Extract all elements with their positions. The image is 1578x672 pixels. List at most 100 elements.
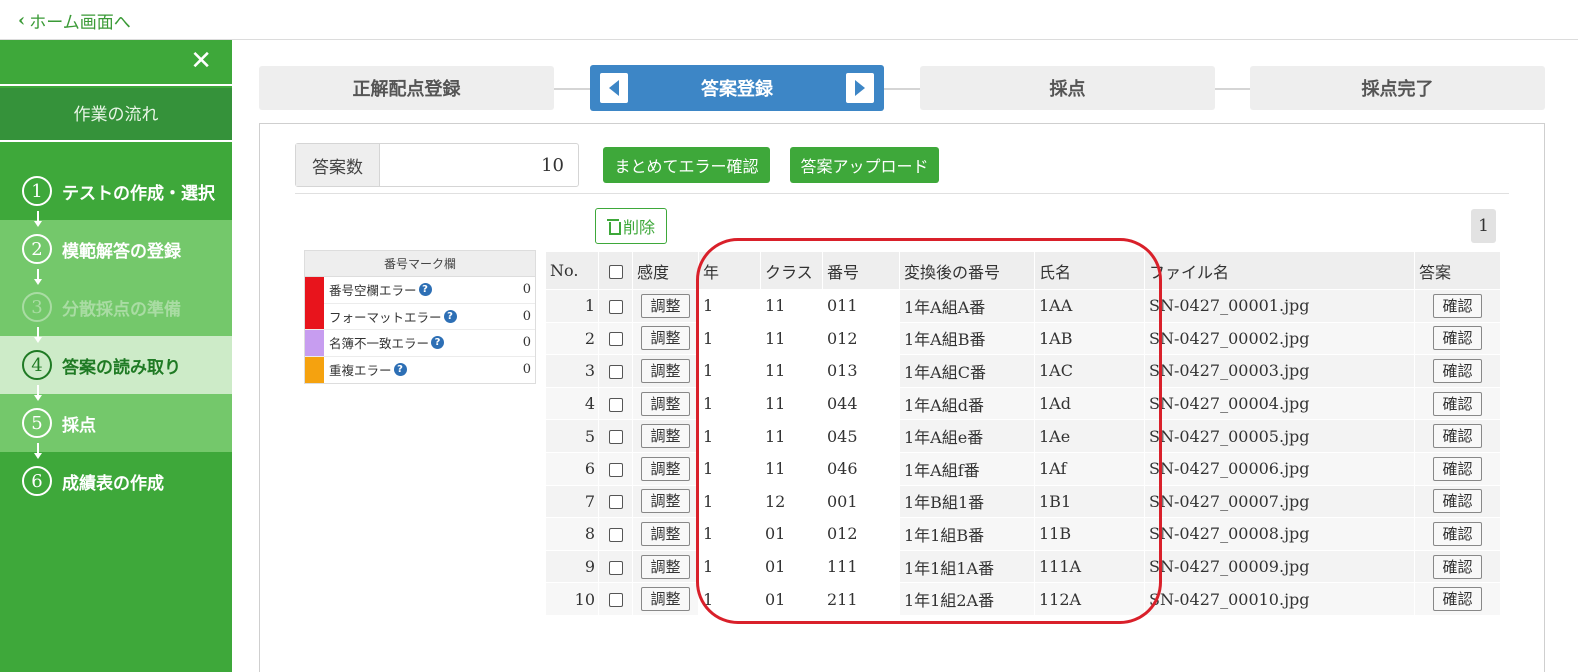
answer-upload-button[interactable]: 答案アップロード [790, 147, 939, 183]
adjust-button[interactable]: 調整 [641, 358, 690, 383]
help-icon[interactable]: ? [431, 336, 445, 350]
cell-year: 1 [698, 582, 761, 616]
cell-name: 1Ae [1034, 419, 1145, 453]
confirm-button[interactable]: 確認 [1433, 326, 1482, 351]
confirm-button[interactable]: 確認 [1433, 456, 1482, 481]
confirm-button[interactable]: 確認 [1433, 489, 1482, 514]
cell-sensitivity: 調整 [632, 484, 699, 519]
sidebar-header: ✕ [0, 40, 232, 86]
row-checkbox[interactable] [608, 495, 623, 510]
row-checkbox[interactable] [608, 527, 623, 542]
sidebar-item-label: テストの作成・選択 [62, 183, 215, 204]
adjust-button[interactable]: 調整 [641, 326, 690, 351]
cell-file-name: SN-0427_00002.jpg [1144, 321, 1415, 356]
confirm-button[interactable]: 確認 [1433, 358, 1482, 383]
page-number-button[interactable]: 1 [1471, 209, 1496, 243]
row-checkbox[interactable] [608, 560, 623, 575]
cell-no: 5 [545, 419, 599, 453]
cell-no: 1 [545, 289, 599, 323]
select-all-checkbox[interactable] [608, 264, 623, 279]
tab-grading[interactable]: 採点 [920, 66, 1215, 110]
help-icon[interactable]: ? [418, 283, 432, 297]
cell-converted-number: 1年1組1A番 [899, 549, 1035, 584]
row-checkbox[interactable] [608, 332, 623, 347]
cell-year: 1 [698, 386, 761, 421]
legend-label: フォーマットエラー [329, 309, 442, 325]
cell-file-name: SN-0427_00007.jpg [1144, 484, 1415, 519]
caret-left-icon [609, 80, 619, 96]
cell-answer: 確認 [1414, 419, 1501, 453]
row-checkbox[interactable] [608, 364, 623, 379]
cell-number: 012 [822, 517, 900, 551]
row-checkbox[interactable] [608, 462, 623, 477]
cell-class: 11 [760, 419, 823, 453]
adjust-button[interactable]: 調整 [641, 293, 690, 318]
cell-select [598, 484, 633, 519]
close-icon[interactable]: ✕ [190, 46, 212, 76]
tab-answer-key[interactable]: 正解配点登録 [259, 66, 554, 110]
cell-no: 3 [545, 354, 599, 388]
chevron-left-icon: ‹ [18, 10, 26, 31]
cell-number: 012 [822, 321, 900, 356]
cell-file-name: SN-0427_00006.jpg [1144, 451, 1415, 486]
table-body: 1 調整 1 11 011 1年A組A番 1AA SN-0427_00001.jpg 確認 2 調整… [545, 289, 1501, 616]
confirm-button[interactable]: 確認 [1433, 554, 1482, 579]
step-number-badge: 2 [22, 234, 52, 264]
help-icon[interactable]: ? [393, 363, 407, 377]
help-icon[interactable]: ? [443, 309, 457, 323]
row-checkbox[interactable] [608, 430, 623, 445]
confirm-button[interactable]: 確認 [1433, 521, 1482, 546]
adjust-button[interactable]: 調整 [641, 424, 690, 449]
adjust-button[interactable]: 調整 [641, 554, 690, 579]
cell-file-name: SN-0427_00005.jpg [1144, 419, 1415, 453]
next-step-button[interactable] [846, 73, 874, 103]
adjust-button[interactable]: 調整 [641, 489, 690, 514]
column-header-answer: 答案 [1414, 251, 1501, 290]
column-header-name: 氏名 [1034, 251, 1145, 290]
cell-sensitivity: 調整 [632, 517, 699, 551]
cell-name: 112A [1034, 582, 1145, 616]
cell-answer: 確認 [1414, 451, 1501, 486]
confirm-button[interactable]: 確認 [1433, 293, 1482, 318]
adjust-button[interactable]: 調整 [641, 456, 690, 481]
arrow-down-icon [34, 211, 42, 229]
tab-grading-complete[interactable]: 採点完了 [1250, 66, 1545, 110]
confirm-button[interactable]: 確認 [1433, 391, 1482, 416]
answer-count-label: 答案数 [296, 144, 380, 186]
column-header-sensitivity: 感度 [632, 251, 699, 290]
confirm-button[interactable]: 確認 [1433, 587, 1482, 612]
cell-number: 045 [822, 419, 900, 453]
cell-sensitivity: 調整 [632, 451, 699, 486]
table-row: 3 調整 1 11 013 1年A組C番 1AC SN-0427_00003.jpg 確認 [545, 354, 1501, 388]
confirm-button[interactable]: 確認 [1433, 424, 1482, 449]
tab-answer-registration[interactable]: 答案登録 [590, 65, 884, 111]
cell-year: 1 [698, 419, 761, 453]
delete-button[interactable]: 削除 [595, 208, 667, 244]
table-row: 5 調整 1 11 045 1年A組e番 1Ae SN-0427_00005.jpg 確認 [545, 419, 1501, 453]
answers-table: No. 感度 年 クラス 番号 変換後の番号 氏名 ファイル名 答案 1 調整 1 1… [545, 251, 1501, 616]
step-number-badge: 5 [22, 408, 52, 438]
row-checkbox[interactable] [608, 397, 623, 412]
cell-no: 6 [545, 451, 599, 486]
adjust-button[interactable]: 調整 [641, 391, 690, 416]
cell-select [598, 451, 633, 486]
caret-right-icon [855, 80, 865, 96]
legend-item: 番号空欄エラー? 0 [305, 276, 535, 304]
cell-answer: 確認 [1414, 386, 1501, 421]
cell-answer: 確認 [1414, 484, 1501, 519]
step-number-badge: 4 [22, 350, 52, 380]
cell-name: 1AA [1034, 289, 1145, 323]
arrow-down-icon [34, 269, 42, 287]
prev-step-button[interactable] [600, 73, 628, 103]
table-row: 8 調整 1 01 012 1年1組B番 11B SN-0427_00008.jpg 確認 [545, 517, 1501, 551]
column-header-select-all [598, 251, 633, 290]
sidebar-item-create-test[interactable]: 1 テストの作成・選択 [0, 162, 232, 227]
batch-error-check-button[interactable]: まとめてエラー確認 [603, 147, 770, 183]
adjust-button[interactable]: 調整 [641, 521, 690, 546]
cell-name: 1AC [1034, 354, 1145, 388]
back-to-home-link[interactable]: ‹ ホーム画面へ [18, 8, 131, 33]
adjust-button[interactable]: 調整 [641, 587, 690, 612]
legend-count: 0 [522, 308, 531, 324]
row-checkbox[interactable] [608, 299, 623, 314]
row-checkbox[interactable] [608, 593, 623, 608]
